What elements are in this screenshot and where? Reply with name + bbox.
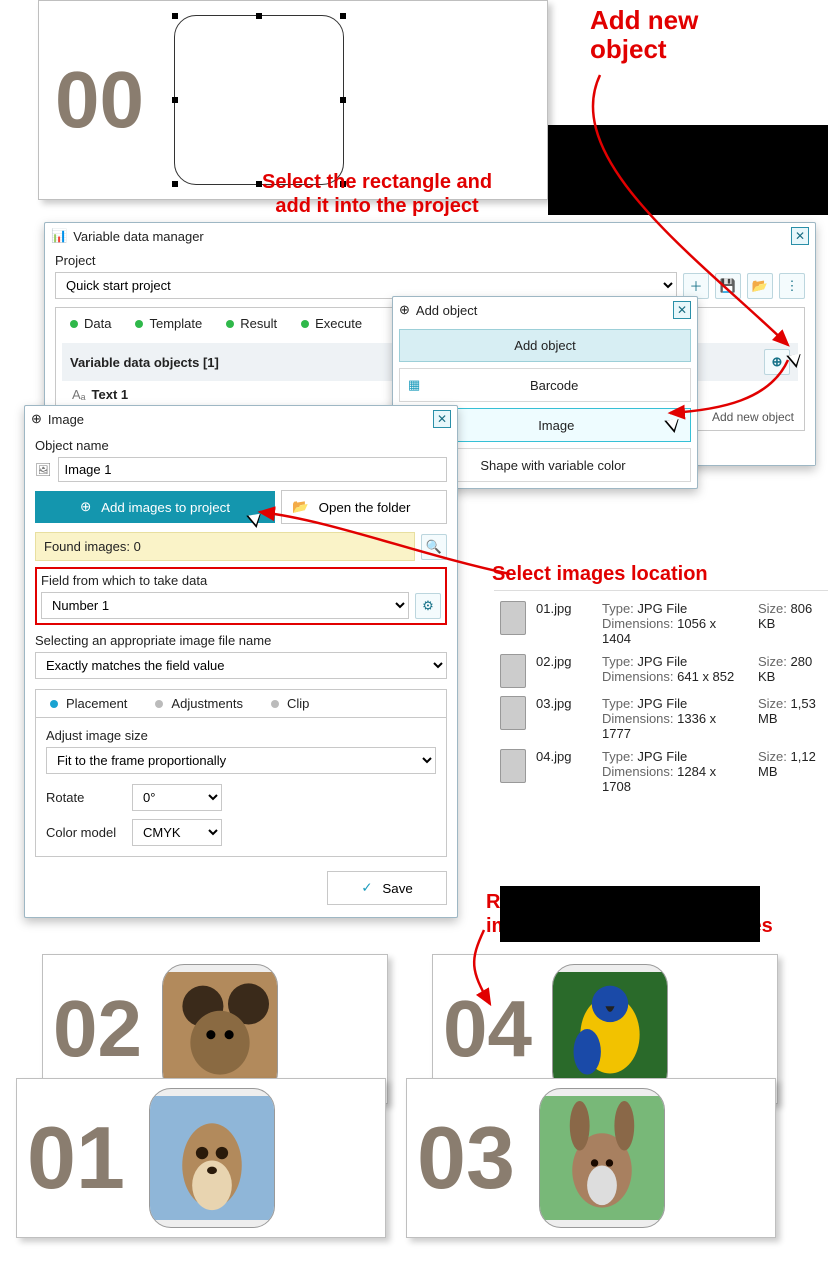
tab-result[interactable]: Result — [216, 312, 287, 337]
found-images-bar: Found images: 0 — [35, 532, 415, 561]
selecting-select[interactable]: Exactly matches the field value — [35, 652, 447, 679]
tab-template[interactable]: Template — [125, 312, 212, 337]
subtab-placement[interactable]: Placement — [36, 690, 141, 717]
annotation-add-new-object: Add new object — [590, 6, 698, 63]
project-label: Project — [45, 249, 815, 268]
add-project-button[interactable]: ＋ — [683, 273, 709, 299]
add-object-titlebar: ⊕ Add object ✕ — [393, 297, 697, 323]
add-object-button[interactable]: ⊕ — [764, 349, 790, 375]
field-select[interactable]: Number 1 — [41, 592, 409, 619]
result-image — [149, 1088, 275, 1228]
object-text1[interactable]: Text 1 — [92, 387, 129, 402]
result-image — [552, 964, 668, 1094]
open-folder-button[interactable]: 📂 Open the folder — [281, 490, 447, 524]
result-card-03: 03 — [406, 1078, 776, 1238]
rotate-label: Rotate — [46, 790, 126, 805]
menu-button[interactable]: ⋮ — [779, 273, 805, 299]
result-image — [162, 964, 278, 1094]
annotation-select-images: Select images location — [492, 562, 708, 586]
file-thumb — [500, 696, 526, 730]
image-dialog: ⊕ Image ✕ Object name 🖼 ⊕ Add images to … — [24, 405, 458, 918]
file-thumb — [500, 749, 526, 783]
vdm-icon: 📊 — [51, 228, 67, 244]
file-row[interactable]: 02.jpg Type: JPG File Dimensions: 641 x … — [498, 650, 828, 692]
file-thumb — [500, 601, 526, 635]
subtab-adjustments[interactable]: Adjustments — [141, 690, 257, 717]
file-name: 02.jpg — [536, 654, 592, 669]
search-icon: 🔍 — [426, 539, 442, 555]
black-occlusion-top — [548, 125, 828, 215]
image-titlebar: ⊕ Image ✕ — [25, 406, 457, 432]
tab-execute[interactable]: Execute — [291, 312, 372, 337]
file-name: 04.jpg — [536, 749, 592, 764]
text-type-icon: Aₐ — [72, 387, 86, 402]
cursor-icon — [668, 415, 688, 435]
add-images-button[interactable]: ⊕ Add images to project — [35, 491, 275, 523]
file-row[interactable]: 01.jpg Type: JPG File Dimensions: 1056 x… — [498, 597, 828, 650]
file-list: 01.jpg Type: JPG File Dimensions: 1056 x… — [494, 590, 828, 804]
cursor-icon — [790, 350, 810, 370]
annotation-select-rectangle: Select the rectangle and add it into the… — [262, 170, 492, 218]
subtab-clip[interactable]: Clip — [257, 690, 323, 717]
result-image — [539, 1088, 665, 1228]
settings-icon: ⚙ — [422, 598, 434, 614]
cursor-icon — [250, 510, 270, 530]
image-icon: 🖼 — [35, 462, 52, 478]
vdm-titlebar: 📊 Variable data manager ✕ — [45, 223, 815, 249]
close-icon[interactable]: ✕ — [433, 410, 451, 428]
barcode-icon: ▦ — [408, 377, 420, 393]
close-icon[interactable]: ✕ — [791, 227, 809, 245]
object-name-label: Object name — [35, 438, 447, 453]
opt-add-object[interactable]: Add object — [399, 329, 691, 362]
adjust-label: Adjust image size — [46, 728, 436, 743]
black-occlusion-result — [500, 886, 760, 942]
file-name: 01.jpg — [536, 601, 592, 616]
rotate-select[interactable]: 0° — [132, 784, 222, 811]
tab-data[interactable]: Data — [60, 312, 121, 337]
save-project-button[interactable]: 💾 — [715, 273, 741, 299]
file-thumb — [500, 654, 526, 688]
close-icon[interactable]: ✕ — [673, 301, 691, 319]
opt-barcode[interactable]: ▦ Barcode — [399, 368, 691, 402]
color-label: Color model — [46, 825, 126, 840]
color-select[interactable]: CMYK — [132, 819, 222, 846]
result-card-01: 01 — [16, 1078, 386, 1238]
file-row[interactable]: 03.jpg Type: JPG File Dimensions: 1336 x… — [498, 692, 828, 745]
save-button[interactable]: ✓ Save — [327, 871, 447, 905]
selecting-label: Selecting an appropriate image file name — [35, 633, 447, 648]
plus-icon: ⊕ — [80, 499, 91, 515]
open-project-button[interactable]: 📂 — [747, 273, 773, 299]
check-icon: ✓ — [361, 880, 372, 896]
field-label: Field from which to take data — [41, 573, 441, 588]
folder-icon: 📂 — [292, 499, 309, 515]
search-button[interactable]: 🔍 — [421, 534, 447, 560]
rectangle-frame[interactable] — [174, 15, 344, 185]
project-select[interactable]: Quick start project — [55, 272, 677, 299]
field-settings-button[interactable]: ⚙ — [415, 593, 441, 619]
object-name-input[interactable] — [58, 457, 447, 482]
file-name: 03.jpg — [536, 696, 592, 711]
vdm-title: Variable data manager — [73, 229, 204, 244]
adjust-select[interactable]: Fit to the frame proportionally — [46, 747, 436, 774]
file-row[interactable]: 04.jpg Type: JPG File Dimensions: 1284 x… — [498, 745, 828, 798]
placeholder-number: 00 — [55, 54, 144, 146]
